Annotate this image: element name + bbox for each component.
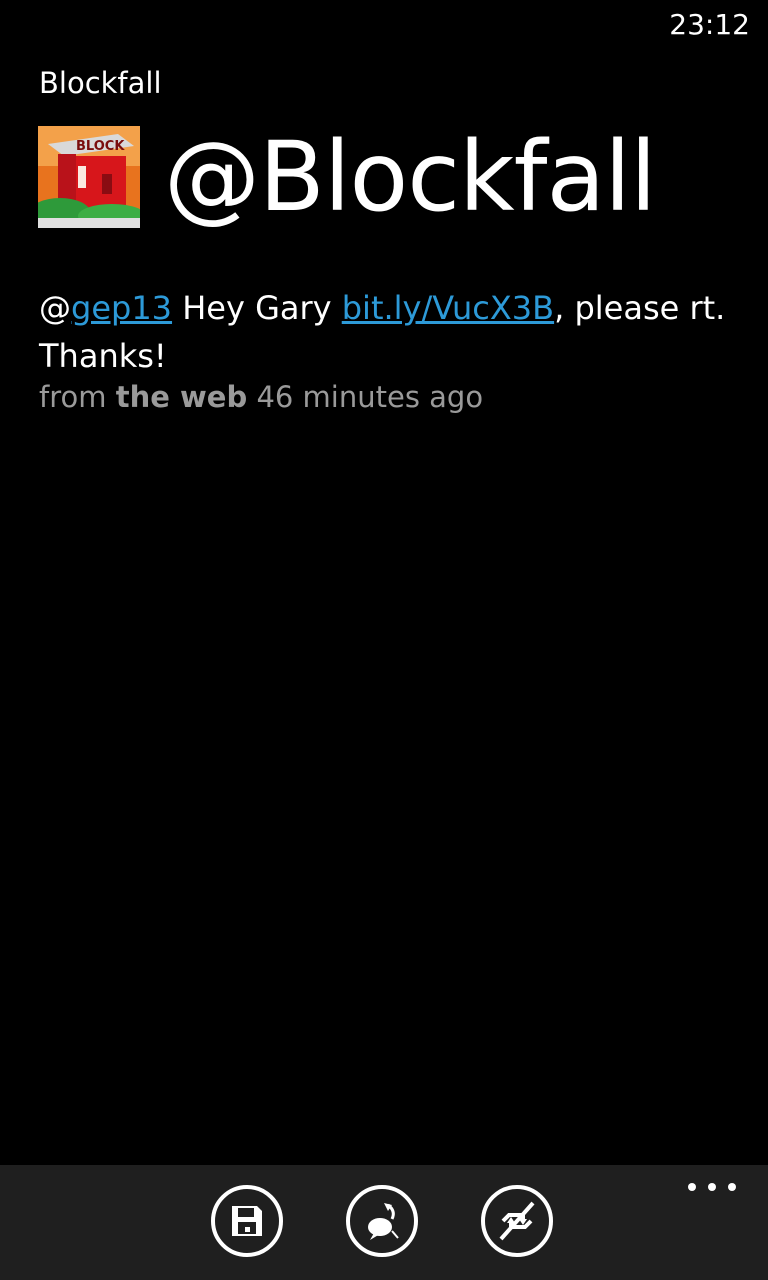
at-prefix: @: [39, 289, 71, 327]
svg-text:BLOCK: BLOCK: [76, 139, 125, 154]
blockfall-logo-icon: BLOCK: [38, 126, 140, 228]
status-bar: 23:12: [0, 0, 768, 48]
ellipsis-icon-dot: [708, 1183, 716, 1191]
retweet-button[interactable]: [481, 1185, 553, 1257]
save-icon: [232, 1206, 262, 1236]
avatar[interactable]: BLOCK: [38, 126, 140, 228]
url-link[interactable]: bit.ly/VucX3B: [342, 289, 554, 327]
ellipsis-icon-dot: [688, 1183, 696, 1191]
tweet-text: @gep13 Hey Gary bit.ly/VucX3B, please rt…: [39, 284, 729, 380]
reply-icon: [368, 1203, 399, 1240]
tweet-meta: from the web 46 minutes ago: [39, 380, 483, 414]
more-button[interactable]: [688, 1177, 736, 1197]
profile-handle: @Blockfall: [164, 121, 657, 233]
app-title: Blockfall: [39, 66, 162, 100]
save-button[interactable]: [211, 1185, 283, 1257]
status-time: 23:12: [669, 8, 750, 41]
reply-button[interactable]: [346, 1185, 418, 1257]
profile-header: BLOCK @Blockfall: [38, 118, 657, 236]
tweet-source: the web: [115, 380, 248, 414]
mention-link[interactable]: gep13: [71, 289, 172, 327]
retweet-icon: [499, 1201, 535, 1241]
tweet-text-segment-1: Hey Gary: [172, 289, 342, 327]
tweet-time: 46 minutes ago: [256, 380, 484, 414]
ellipsis-icon-dot: [728, 1183, 736, 1191]
from-label: from: [39, 380, 107, 414]
app-bar: [0, 1165, 768, 1280]
